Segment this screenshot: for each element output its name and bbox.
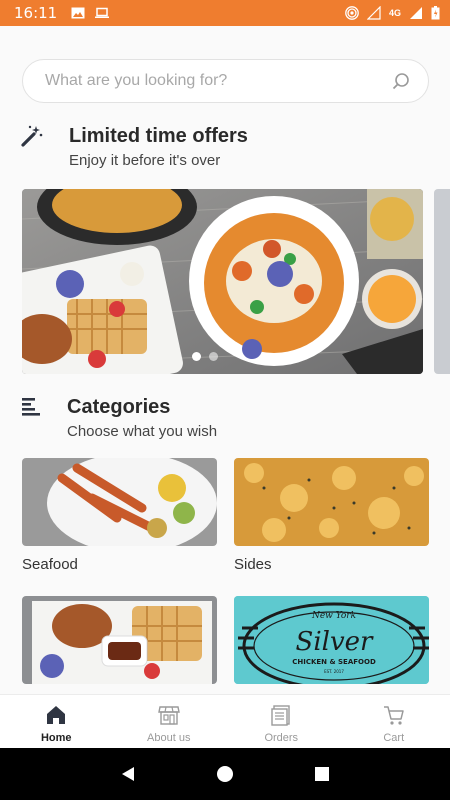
category-seafood-tile[interactable] xyxy=(22,458,217,546)
category-seafood-label[interactable]: Seafood xyxy=(22,556,78,573)
image-icon xyxy=(71,7,85,19)
carousel-dot[interactable] xyxy=(209,352,218,361)
recents-icon[interactable] xyxy=(313,765,331,783)
carousel-indicator xyxy=(192,352,218,361)
offers-title: Limited time offers xyxy=(69,125,248,147)
system-nav-bar xyxy=(0,748,450,800)
signal-icon xyxy=(410,7,422,19)
logo-line3: CHICKEN & SEAFOOD xyxy=(292,658,376,666)
category-sides-tile[interactable] xyxy=(234,458,429,546)
restaurant-logo: New York Silver CHICKEN & SEAFOOD EST. 2… xyxy=(234,596,429,684)
network-type: 4G xyxy=(388,7,401,18)
nav-cart[interactable]: Cart xyxy=(338,695,450,748)
home-circle-icon[interactable] xyxy=(216,765,234,783)
category-tile[interactable]: New York Silver CHICKEN & SEAFOOD EST. 2… xyxy=(234,596,429,684)
status-bar: 16:11 4G xyxy=(0,0,450,26)
next-offer-preview[interactable] xyxy=(434,189,450,374)
search-icon[interactable] xyxy=(392,72,410,90)
search-input[interactable]: What are you looking for? xyxy=(22,59,429,103)
nav-orders-label: Orders xyxy=(264,732,299,744)
status-time: 16:11 xyxy=(14,4,58,22)
magic-wand-icon xyxy=(21,125,43,147)
nav-orders[interactable]: Orders xyxy=(225,695,338,748)
bottom-nav: Home About us Orders Cart xyxy=(0,694,450,748)
cart-icon xyxy=(383,706,404,725)
laptop-icon xyxy=(95,7,110,18)
battery-icon xyxy=(431,6,440,20)
back-icon[interactable] xyxy=(119,765,137,783)
sides-image xyxy=(234,458,429,546)
nav-home-label: Home xyxy=(40,732,72,744)
offer-banner[interactable] xyxy=(22,189,423,374)
orders-icon xyxy=(271,705,290,726)
category-sides-label[interactable]: Sides xyxy=(234,556,272,573)
nav-cart-label: Cart xyxy=(383,732,405,744)
logo-line2: Silver xyxy=(296,627,375,657)
list-icon xyxy=(22,398,40,416)
logo-line1: New York xyxy=(311,611,356,621)
nav-about-us[interactable]: About us xyxy=(113,695,226,748)
signal-empty-icon xyxy=(366,6,381,20)
offers-subtitle: Enjoy it before it's over xyxy=(69,152,221,169)
nav-home[interactable]: Home xyxy=(0,695,113,748)
categories-title: Categories xyxy=(67,396,171,418)
hotspot-icon xyxy=(345,6,359,20)
nav-about-us-label: About us xyxy=(147,732,191,744)
seafood-image xyxy=(22,458,217,546)
category-tile[interactable] xyxy=(22,596,217,684)
store-icon xyxy=(157,706,180,725)
home-icon xyxy=(47,706,66,724)
network-indicator: 4G xyxy=(388,7,401,18)
search-placeholder: What are you looking for? xyxy=(45,72,228,89)
logo-line4: EST. 2017 xyxy=(324,669,344,674)
offer-banner-image xyxy=(22,189,423,374)
carousel-dot[interactable] xyxy=(192,352,201,361)
categories-subtitle: Choose what you wish xyxy=(67,423,218,440)
waffles-image xyxy=(22,596,217,684)
